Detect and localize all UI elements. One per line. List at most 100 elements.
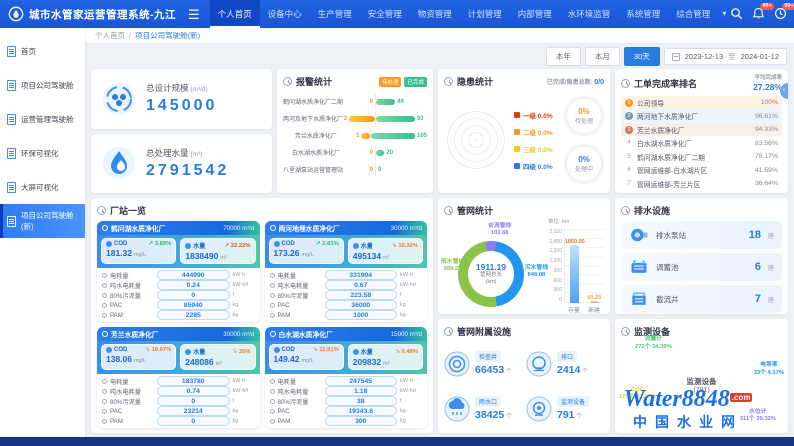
trend-badge: ↗ 2.81% bbox=[316, 241, 339, 247]
breadcrumb-separator: / bbox=[129, 31, 131, 40]
value-box: 0.67 bbox=[325, 280, 398, 290]
breadcrumb-home[interactable]: 个人首页 bbox=[95, 30, 125, 41]
more-menus-caret-icon[interactable]: ▾ bbox=[718, 0, 730, 28]
clock-icon bbox=[621, 206, 630, 215]
ranking-row-7[interactable]: 7管网运维部-芳兰片区36.64% bbox=[621, 177, 782, 191]
nav-item-7[interactable]: 水环境监管 bbox=[560, 0, 619, 28]
sidebar-item-4[interactable]: 大屏可视化 bbox=[0, 170, 85, 204]
footer-bar bbox=[0, 437, 794, 446]
sidebar-item-1[interactable]: 项目公司驾驶舱 bbox=[0, 68, 85, 102]
plant-data-row: 吨水电耗量0.74kW·h/t bbox=[102, 386, 255, 396]
nav-item-4[interactable]: 物资管理 bbox=[410, 0, 460, 28]
value-box: 38 bbox=[325, 396, 398, 406]
nav-item-2[interactable]: 生产管理 bbox=[310, 0, 360, 28]
auxiliary-item-1: 排口2414 个 bbox=[526, 343, 604, 384]
value-box: 444990 bbox=[157, 270, 230, 280]
cod-icon bbox=[106, 241, 112, 247]
ranking-row-6[interactable]: 6管网运维部-白水湖片区41.59% bbox=[621, 163, 782, 177]
pipe-total-length: 1911.19 bbox=[476, 262, 506, 272]
range-button-2[interactable]: 30天 bbox=[624, 47, 660, 66]
sidebar-item-2[interactable]: 运营管理驾驶舱 bbox=[0, 102, 85, 136]
monitor-device-icon bbox=[526, 396, 552, 422]
sidebar-item-5[interactable]: 项目公司驾驶舱(新) bbox=[0, 204, 85, 238]
sidebar: 首页项目公司驾驶舱运营管理驾驶舱环保可视化大屏可视化项目公司驾驶舱(新) bbox=[0, 28, 85, 437]
plants-overview-card: 厂站一览 鹤问湖水质净化厂70000 m³/dCOD↗ 3.89%181.32m… bbox=[91, 198, 433, 433]
document-icon bbox=[7, 80, 16, 91]
pipe-bar: 60.25 bbox=[586, 295, 602, 303]
ranking-title: 工单完成率排名 bbox=[634, 77, 697, 90]
row-icon bbox=[102, 273, 107, 278]
auxiliary-count: 2414 个 bbox=[557, 364, 588, 376]
ranking-row-2[interactable]: 2两河地下水质净化厂96.61% bbox=[621, 109, 782, 123]
row-icon bbox=[270, 399, 275, 404]
plant-name: 两河地埋水质净化厂 bbox=[279, 223, 391, 233]
drainage-item-1: 调蓄池6座 bbox=[621, 253, 782, 281]
document-icon bbox=[7, 46, 16, 57]
plant-header[interactable]: 鹤问湖水质净化厂70000 m³/d bbox=[97, 221, 260, 235]
plant-data-row: PAM2285kg bbox=[102, 310, 255, 320]
menu-toggle-icon[interactable]: ☰ bbox=[188, 8, 200, 21]
hazard-legend-0: 一级 0.0% bbox=[514, 110, 558, 120]
nav-item-6[interactable]: 内部管理 bbox=[510, 0, 560, 28]
plant-data-row: PAM1000kg bbox=[270, 310, 423, 320]
date-range-picker[interactable]: 2023-12-13 至 2024-01-12 bbox=[664, 48, 787, 65]
row-icon bbox=[102, 419, 107, 424]
todo-clock-icon[interactable]: 99+ bbox=[774, 7, 787, 21]
value-box: 85940 bbox=[157, 300, 230, 310]
plant-header[interactable]: 白水湖水质净化厂15000 m³/d bbox=[265, 327, 428, 341]
rank-medal-icon: 3 bbox=[625, 126, 633, 134]
sidebar-item-3[interactable]: 环保可视化 bbox=[0, 136, 85, 170]
search-icon[interactable] bbox=[730, 7, 743, 21]
ranking-row-1[interactable]: 1公司领导100% bbox=[621, 96, 782, 110]
clock-icon bbox=[621, 79, 630, 88]
auxiliary-item-3: 监测设备791 个 bbox=[526, 388, 604, 429]
bell-badge: 99+ bbox=[760, 3, 773, 10]
cod-icon bbox=[106, 347, 112, 353]
cod-metric: COD↗ 2.81%173.26mg/L bbox=[269, 238, 344, 264]
clock-icon bbox=[444, 206, 453, 215]
ranking-row-3[interactable]: 3芳兰水质净化厂94.33% bbox=[621, 123, 782, 137]
value-box: 247545 bbox=[325, 376, 398, 386]
nav-item-3[interactable]: 安全管理 bbox=[360, 0, 410, 28]
cod-icon bbox=[274, 241, 280, 247]
range-button-0[interactable]: 本年 bbox=[546, 47, 581, 66]
plant-capacity: 30000 m³/d bbox=[223, 331, 254, 338]
alarm-statistics-card: 报警统计 待处理已完成 鹤问湖水质净化厂二期046两河及地下水质净化厂393芳兰… bbox=[277, 69, 433, 193]
nav-item-1[interactable]: 设备中心 bbox=[260, 0, 310, 28]
nav-item-5[interactable]: 计划管理 bbox=[460, 0, 510, 28]
manhole-icon bbox=[444, 351, 470, 377]
sidebar-item-0[interactable]: 首页 bbox=[0, 34, 85, 68]
plant-status-icon bbox=[102, 331, 108, 337]
clock-icon bbox=[283, 77, 292, 86]
nav-item-9[interactable]: 综合管理 bbox=[668, 0, 718, 28]
trend-badge: ↘ 18.97% bbox=[145, 347, 171, 353]
hazard-legend-1: 二级 0.0% bbox=[514, 127, 558, 137]
navbar-actions: 99+ 99+ 阳方舟 bbox=[730, 2, 794, 26]
monitor-center-value: (791) bbox=[693, 387, 709, 394]
range-button-1[interactable]: 本月 bbox=[585, 47, 620, 66]
nav-item-0[interactable]: 个人首页 bbox=[210, 0, 260, 28]
rank-medal-icon: 2 bbox=[625, 112, 633, 120]
notification-bell-icon[interactable]: 99+ bbox=[752, 7, 765, 21]
drainage-title: 排水设施 bbox=[634, 204, 670, 217]
date-start[interactable]: 2023-12-13 bbox=[685, 52, 723, 61]
ranking-row-5[interactable]: 5鹤问湖水质净化厂二期78.17% bbox=[621, 150, 782, 164]
todo-badge: 99+ bbox=[782, 3, 794, 10]
value-box: 0 bbox=[157, 396, 230, 406]
pipe-bars: 1850.9560.25 bbox=[564, 229, 604, 303]
date-end[interactable]: 2024-01-12 bbox=[741, 52, 779, 61]
plants-title: 厂站一览 bbox=[110, 204, 146, 217]
plant-header[interactable]: 两河地埋水质净化厂30000 m³/d bbox=[265, 221, 428, 235]
alarm-row: 芳兰水质净化厂1105 bbox=[283, 127, 427, 144]
legend-swatch bbox=[514, 112, 520, 118]
ranking-row-4[interactable]: 4白水湖水质净化厂83.56% bbox=[621, 136, 782, 150]
plant-capacity: 30000 m³/d bbox=[391, 225, 422, 232]
value-box: 0 bbox=[157, 416, 230, 426]
auxiliary-item-2: 雨水口38425 个 bbox=[444, 388, 522, 429]
water-icon bbox=[185, 349, 191, 355]
plants-card-header: 厂站一览 bbox=[97, 204, 427, 217]
stat-value: 2791542 bbox=[146, 162, 229, 180]
nav-item-8[interactable]: 系统管理 bbox=[618, 0, 668, 28]
plant-header[interactable]: 芳兰水质净化厂30000 m³/d bbox=[97, 327, 260, 341]
stat-card-0: 总设计规模 (m³/d)145000 bbox=[91, 69, 272, 129]
